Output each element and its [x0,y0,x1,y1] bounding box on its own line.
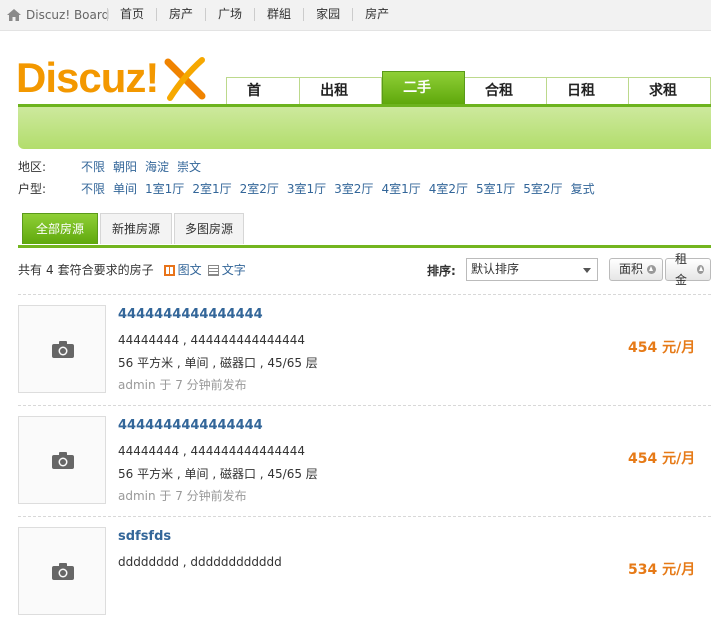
sort-rent-label: 租金 [675,251,688,287]
listing-thumbnail[interactable] [18,527,106,615]
results-suffix: 套符合要求的房子 [57,263,154,277]
results-summary: 共有 4 套符合要求的房子 图文 文字 [18,262,246,278]
listing-price: 454 元/月 [628,451,696,467]
top-nav-item[interactable]: 首页 [107,8,156,21]
listing-price: 534 元/月 [628,562,696,578]
view-text-label: 文字 [221,263,246,277]
tab-shared-rent[interactable]: 合租房 [465,77,548,126]
subtab-new[interactable]: 新推房源 [100,213,172,244]
listing-item[interactable]: sdfsfds dddddddd , dddddddddddd 534 元/月 [18,517,711,627]
area-filter: 地区: 不限 朝阳 海淀 崇文 [18,159,209,175]
listing-address: 44444444 , 444444444444444 [118,333,306,347]
area-option[interactable]: 不限 [81,159,105,175]
listing-thumbnail[interactable] [18,416,106,504]
list-icon [207,264,219,276]
camera-icon [52,452,74,469]
arrow-up-icon [647,265,657,274]
layout-option[interactable]: 4室1厅 [381,181,420,197]
subtab-all[interactable]: 全部房源 [22,213,98,244]
tab-daily-rent[interactable]: 日租房 [547,77,630,126]
area-option[interactable]: 海淀 [145,159,169,175]
board-name[interactable]: Discuz! Board [26,8,109,22]
sort-select-value: 默认排序 [471,262,520,276]
sort-rent-button[interactable]: 租金 [665,252,711,287]
home-link[interactable]: Discuz! Board [6,8,109,22]
layout-option[interactable]: 1室1厅 [145,181,184,197]
layout-option[interactable]: 4室2厅 [429,181,468,197]
top-nav-item[interactable]: 广场 [205,8,254,21]
listing-meta: admin 于 7 分钟前发布 [118,489,247,503]
listing-address: dddddddd , dddddddddddd [118,555,282,569]
arrow-up-icon [697,265,704,274]
view-image-toggle[interactable]: 图文 [163,262,202,278]
layout-filter: 户型: 不限 单间 1室1厅 2室1厅 2室2厅 3室1厅 3室2厅 4室1厅 … [18,181,603,197]
top-nav-item[interactable]: 家园 [303,8,352,21]
layout-option[interactable]: 2室1厅 [192,181,231,197]
listing-address: 44444444 , 444444444444444 [118,444,306,458]
listing-item[interactable]: 4444444444444444 44444444 , 444444444444… [18,406,711,516]
sort-area-label: 面积 [619,262,644,276]
camera-icon [52,563,74,580]
top-bar: Discuz! Board 首页 房产 广场 群組 家园 房产 [0,0,711,31]
home-icon [6,8,22,22]
layout-option[interactable]: 3室1厅 [287,181,326,197]
listing-title[interactable]: 4444444444444444 [118,418,263,433]
tab-wanted[interactable]: 求租房 [629,77,711,126]
listing-meta: admin 于 7 分钟前发布 [118,378,247,392]
layout-filter-label: 户型: [18,182,47,196]
top-nav-item[interactable]: 群組 [254,8,303,21]
layout-option[interactable]: 5室1厅 [476,181,515,197]
area-option[interactable]: 朝阳 [113,159,137,175]
logo-x-icon [164,57,206,101]
view-image-label: 图文 [177,263,202,277]
results-prefix: 共有 [18,263,43,277]
listing-title[interactable]: 4444444444444444 [118,307,263,322]
main-nav: 首 页 出租房 二手房 合租房 日租房 求租房 [226,71,711,128]
view-text-toggle[interactable]: 文字 [207,262,246,278]
tab-rent[interactable]: 出租房 [300,77,383,126]
layout-option[interactable]: 2室2厅 [240,181,279,197]
listing-thumbnail[interactable] [18,305,106,393]
tab-second-hand[interactable]: 二手房 [382,71,466,128]
area-option[interactable]: 崇文 [177,159,201,175]
layout-option[interactable]: 单间 [113,181,137,197]
top-nav: 首页 房产 广场 群組 家园 房产 [107,8,401,21]
listing-details: 56 平方米 , 单间 , 磁器口 , 45/65 层 [118,467,318,481]
layout-option[interactable]: 复式 [571,181,595,197]
listing-item[interactable]: 4444444444444444 44444444 , 444444444444… [18,295,711,405]
tab-home[interactable]: 首 页 [226,77,301,126]
green-banner [18,104,711,149]
top-nav-item[interactable]: 房产 [352,8,401,21]
sort-select[interactable]: 默认排序 [466,258,598,281]
sort-area-button[interactable]: 面积 [609,258,664,281]
logo-text: Discuz! [16,54,159,101]
grid-icon [163,264,175,276]
sort-label: 排序: [427,264,456,278]
listing-details: 56 平方米 , 单间 , 磁器口 , 45/65 层 [118,356,318,370]
chevron-down-icon [583,268,591,273]
results-count: 4 [46,263,54,277]
area-filter-label: 地区: [18,160,47,174]
subtab-multi-image[interactable]: 多图房源 [174,213,244,244]
layout-option[interactable]: 3室2厅 [334,181,373,197]
listing-price: 454 元/月 [628,340,696,356]
camera-icon [52,341,74,358]
layout-option[interactable]: 5室2厅 [523,181,562,197]
listing-subtabs: 全部房源 新推房源 多图房源 [18,211,711,248]
top-nav-item[interactable]: 房产 [156,8,205,21]
listing-title[interactable]: sdfsfds [118,529,171,544]
layout-option[interactable]: 不限 [81,181,105,197]
site-logo[interactable]: Discuz! [16,54,206,102]
